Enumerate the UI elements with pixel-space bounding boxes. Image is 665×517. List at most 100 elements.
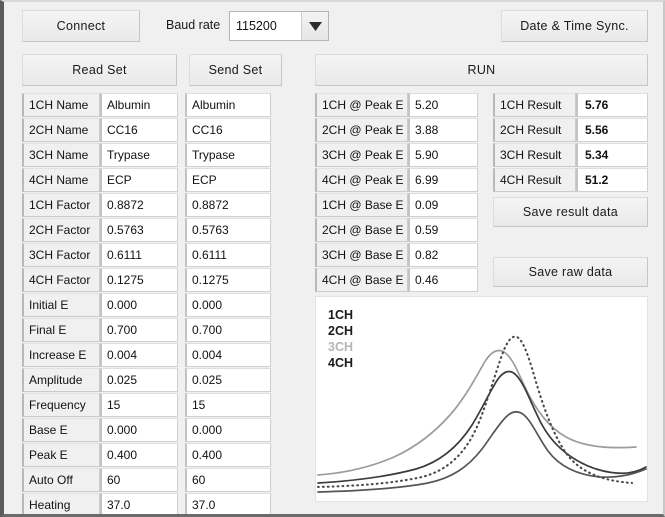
- table-row: 1CH Name Albumin Albumin: [22, 93, 271, 117]
- scan-param-value[interactable]: 15: [100, 393, 178, 417]
- channel-factor-value[interactable]: 0.8872: [100, 193, 178, 217]
- date-time-sync-button[interactable]: Date & Time Sync.: [501, 10, 648, 42]
- client-area: Connect Baud rate 115200 Date & Time Syn…: [4, 2, 663, 514]
- base-e-value: 0.59: [408, 218, 478, 242]
- channel-name-send-value[interactable]: Trypase: [185, 143, 271, 167]
- scan-param-value[interactable]: 0.025: [100, 368, 178, 392]
- table-row: 2CH Name CC16 CC16: [22, 118, 271, 142]
- save-result-data-button[interactable]: Save result data: [493, 197, 648, 227]
- table-row: 2CH Factor 0.5763 0.5763: [22, 218, 271, 242]
- scan-param-send-value[interactable]: 0.400: [185, 443, 271, 467]
- device-param-send-value[interactable]: 37.0: [185, 493, 271, 514]
- baud-rate-select[interactable]: 115200: [229, 11, 329, 41]
- table-row: 3CH @ Base E 0.82: [315, 243, 478, 267]
- channel-name-send-value[interactable]: Albumin: [185, 93, 271, 117]
- table-row: 1CH Result 5.76: [493, 93, 648, 117]
- base-e-value: 0.82: [408, 243, 478, 267]
- scan-param-label: Base E: [22, 418, 100, 442]
- channel-name-value[interactable]: CC16: [100, 118, 178, 142]
- channel-factors-table: 1CH Factor 0.8872 0.8872 2CH Factor 0.57…: [22, 193, 271, 293]
- read-set-label: Read Set: [72, 63, 127, 77]
- result-value: 51.2: [576, 168, 648, 192]
- peak-e-value: 6.99: [408, 168, 478, 192]
- device-param-value[interactable]: 37.0: [100, 493, 178, 514]
- table-row: Heating 37.0 37.0: [22, 493, 271, 514]
- peak-e-value: 3.88: [408, 118, 478, 142]
- scan-param-value[interactable]: 0.004: [100, 343, 178, 367]
- chart-legend-2ch: 2CH: [328, 324, 353, 338]
- peak-e-label: 2CH @ Peak E: [315, 118, 408, 142]
- scan-param-value[interactable]: 0.000: [100, 293, 178, 317]
- channel-name-send-value[interactable]: CC16: [185, 118, 271, 142]
- date-time-sync-label: Date & Time Sync.: [520, 19, 629, 33]
- chart-legend-3ch: 3CH: [328, 340, 353, 354]
- scan-param-send-value[interactable]: 0.000: [185, 418, 271, 442]
- scan-param-send-value[interactable]: 15: [185, 393, 271, 417]
- table-row: 3CH Name Trypase Trypase: [22, 143, 271, 167]
- peak-e-label: 1CH @ Peak E: [315, 93, 408, 117]
- channel-factor-send-value[interactable]: 0.5763: [185, 218, 271, 242]
- peak-e-value: 5.90: [408, 143, 478, 167]
- channel-factor-label: 4CH Factor: [22, 268, 100, 292]
- result-value: 5.76: [576, 93, 648, 117]
- table-row: 1CH @ Base E 0.09: [315, 193, 478, 217]
- channel-factor-send-value[interactable]: 0.6111: [185, 243, 271, 267]
- connect-button[interactable]: Connect: [22, 10, 140, 42]
- channel-name-value[interactable]: Albumin: [100, 93, 178, 117]
- channel-factor-send-value[interactable]: 0.1275: [185, 268, 271, 292]
- chevron-down-icon[interactable]: [301, 12, 328, 40]
- channel-name-send-value[interactable]: ECP: [185, 168, 271, 192]
- channel-factor-value[interactable]: 0.1275: [100, 268, 178, 292]
- channel-names-table: 1CH Name Albumin Albumin 2CH Name CC16 C…: [22, 93, 271, 193]
- scan-param-value[interactable]: 0.000: [100, 418, 178, 442]
- chart-legend-1ch: 1CH: [328, 308, 353, 322]
- result-label: 1CH Result: [493, 93, 576, 117]
- channel-name-value[interactable]: Trypase: [100, 143, 178, 167]
- scan-param-label: Final E: [22, 318, 100, 342]
- channel-factor-send-value[interactable]: 0.8872: [185, 193, 271, 217]
- base-e-value: 0.09: [408, 193, 478, 217]
- chart-legend-4ch: 4CH: [328, 356, 353, 370]
- result-value: 5.34: [576, 143, 648, 167]
- scan-parameters-table: Initial E 0.000 0.000 Final E 0.700 0.70…: [22, 293, 271, 468]
- channel-name-value[interactable]: ECP: [100, 168, 178, 192]
- device-param-value[interactable]: 60: [100, 468, 178, 492]
- device-param-send-value[interactable]: 60: [185, 468, 271, 492]
- save-result-data-label: Save result data: [522, 205, 619, 219]
- scan-param-send-value[interactable]: 0.004: [185, 343, 271, 367]
- table-row: 2CH @ Base E 0.59: [315, 218, 478, 242]
- scan-param-value[interactable]: 0.400: [100, 443, 178, 467]
- signal-chart: 1CH 2CH 3CH 4CH: [315, 296, 648, 502]
- send-set-button[interactable]: Send Set: [189, 54, 282, 86]
- result-value: 5.56: [576, 118, 648, 142]
- table-row: 3CH Result 5.34: [493, 143, 648, 167]
- results-table: 1CH Result 5.76 2CH Result 5.56 3CH Resu…: [493, 93, 648, 193]
- chart-svg: 1CH 2CH 3CH 4CH: [316, 297, 647, 501]
- save-raw-data-button[interactable]: Save raw data: [493, 257, 648, 287]
- device-parameters-table: Auto Off 60 60 Heating 37.0 37.0: [22, 468, 271, 514]
- scan-param-label: Peak E: [22, 443, 100, 467]
- channel-factor-value[interactable]: 0.6111: [100, 243, 178, 267]
- read-set-button[interactable]: Read Set: [22, 54, 177, 86]
- scan-param-label: Frequency: [22, 393, 100, 417]
- channel-factor-value[interactable]: 0.5763: [100, 218, 178, 242]
- table-row: Frequency 15 15: [22, 393, 271, 417]
- run-button[interactable]: RUN: [315, 54, 648, 86]
- scan-param-send-value[interactable]: 0.000: [185, 293, 271, 317]
- table-row: 1CH @ Peak E 5.20: [315, 93, 478, 117]
- scan-param-send-value[interactable]: 0.025: [185, 368, 271, 392]
- scan-param-send-value[interactable]: 0.700: [185, 318, 271, 342]
- table-row: 3CH @ Peak E 5.90: [315, 143, 478, 167]
- table-row: 4CH @ Peak E 6.99: [315, 168, 478, 192]
- scan-param-value[interactable]: 0.700: [100, 318, 178, 342]
- scan-param-label: Amplitude: [22, 368, 100, 392]
- channel-name-label: 3CH Name: [22, 143, 100, 167]
